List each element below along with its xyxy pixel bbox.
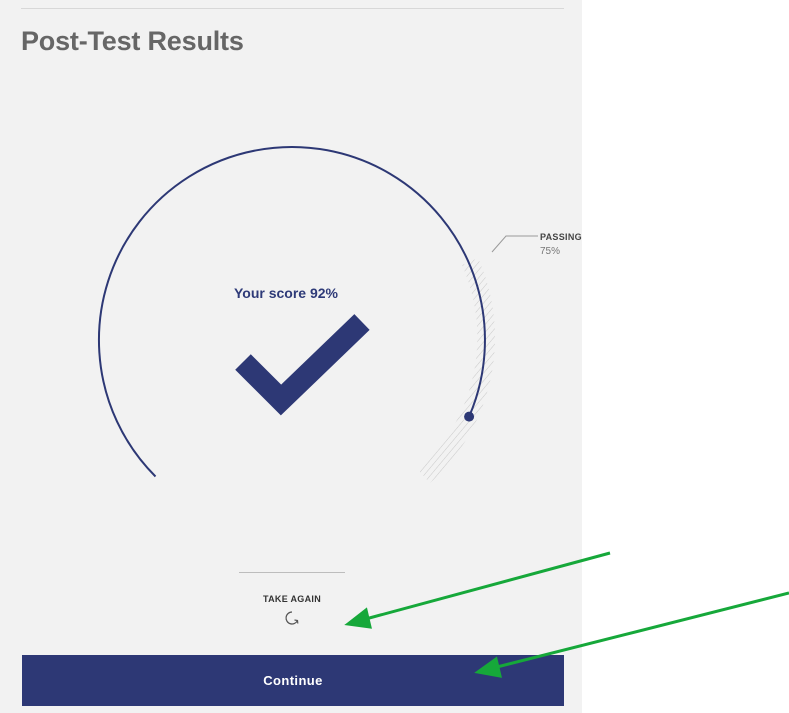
passing-leader-line [491,235,538,253]
take-again-button[interactable]: TAKE AGAIN [236,594,348,640]
continue-button[interactable]: Continue [22,655,564,706]
score-label: Your score 92% [233,285,338,301]
score-marker [464,411,475,422]
retry-icon [285,611,299,625]
passing-label: PASSING [540,232,582,242]
passing-value: 75% [540,246,561,257]
checkmark-icon [235,314,370,416]
take-again-label: TAKE AGAIN [263,594,321,604]
results-panel: Post-Test Results Your score 92% PASSING… [0,0,582,713]
divider [239,572,345,573]
score-arc [97,146,486,478]
